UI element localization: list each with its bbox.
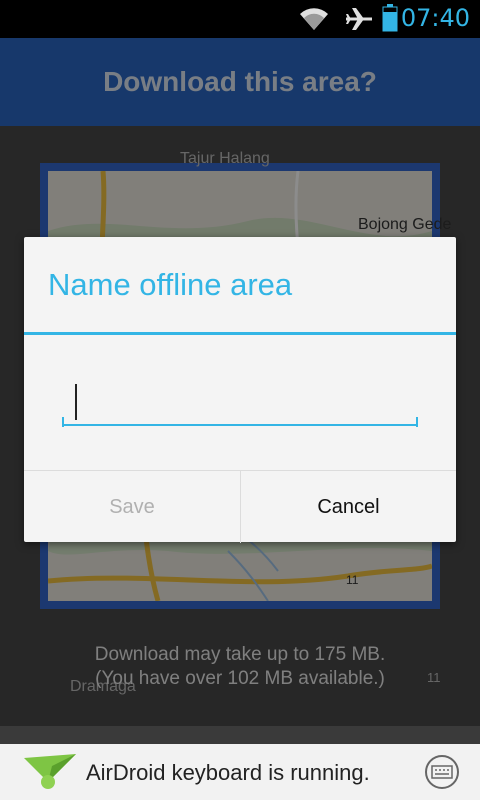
notification-text: AirDroid keyboard is running. [86, 760, 370, 785]
airplane-mode-icon [346, 8, 372, 30]
text-cursor [75, 384, 77, 420]
keyboard-icon[interactable] [424, 754, 460, 790]
cancel-button[interactable]: Cancel [240, 471, 456, 543]
airdroid-icon [24, 754, 76, 789]
save-button[interactable]: Save [24, 471, 240, 543]
battery-icon [382, 4, 398, 32]
area-name-input[interactable] [62, 378, 418, 426]
dialog-title: Name offline area [48, 267, 293, 302]
keyboard-notification[interactable]: AirDroid keyboard is running. [0, 744, 480, 800]
wifi-icon [300, 8, 328, 30]
dialog-button-row: Save Cancel [24, 470, 456, 543]
clock: 07:40 [400, 4, 470, 32]
title-divider [24, 332, 456, 335]
status-bar: 07:40 [0, 0, 480, 38]
name-offline-area-dialog: Name offline area Save Cancel [24, 237, 456, 543]
